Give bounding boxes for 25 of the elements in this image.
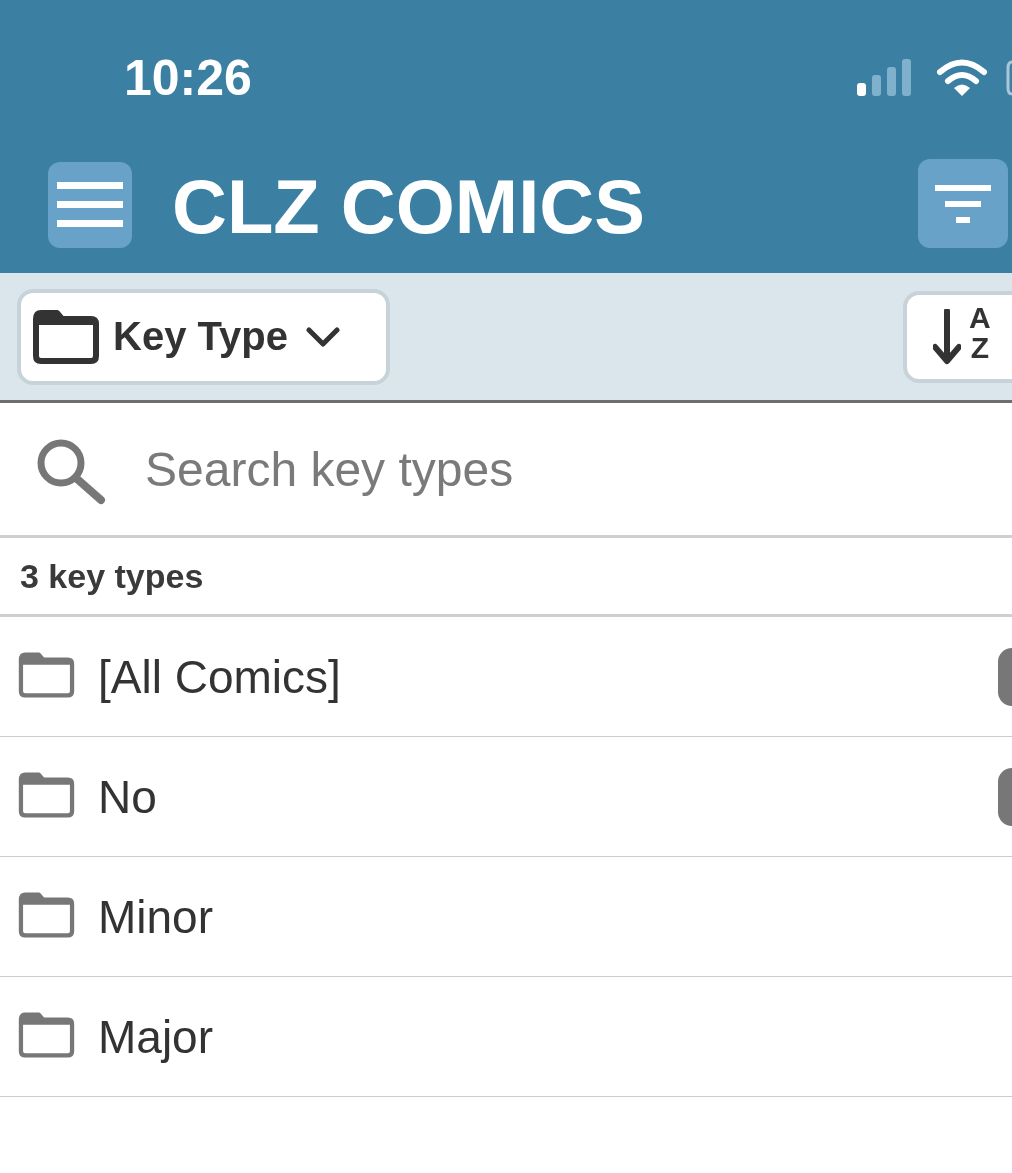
wifi-icon: [936, 59, 988, 96]
list-item[interactable]: Minor: [0, 857, 1012, 977]
battery-icon: [1006, 60, 1012, 96]
arrow-down-icon: [933, 308, 961, 365]
folder-icon: [18, 1011, 75, 1058]
search-icon: [35, 437, 107, 505]
app-title: CLZ COMICS: [172, 166, 646, 247]
search-field[interactable]: Search key types: [145, 434, 845, 504]
list-item[interactable]: Major: [0, 977, 1012, 1097]
caret-icon: [305, 326, 340, 347]
folder-icon: [18, 771, 75, 818]
signal-icon: [857, 59, 913, 96]
filter-button[interactable]: [918, 159, 1008, 248]
folder-icon: [33, 309, 99, 364]
list-item[interactable]: No: [0, 737, 1012, 857]
folder-icon: [18, 651, 75, 698]
list-item[interactable]: [All Comics]: [0, 617, 1012, 737]
folder-icon: [18, 891, 75, 938]
status-time: 10:26: [124, 50, 252, 106]
group-by-dropdown[interactable]: Key Type: [17, 288, 390, 385]
item-count: 3 key types: [20, 556, 204, 596]
menu-button[interactable]: [48, 161, 132, 248]
filter-icon: [935, 184, 991, 223]
sort-button[interactable]: A Z: [903, 290, 1012, 383]
menu-icon: [57, 179, 123, 230]
